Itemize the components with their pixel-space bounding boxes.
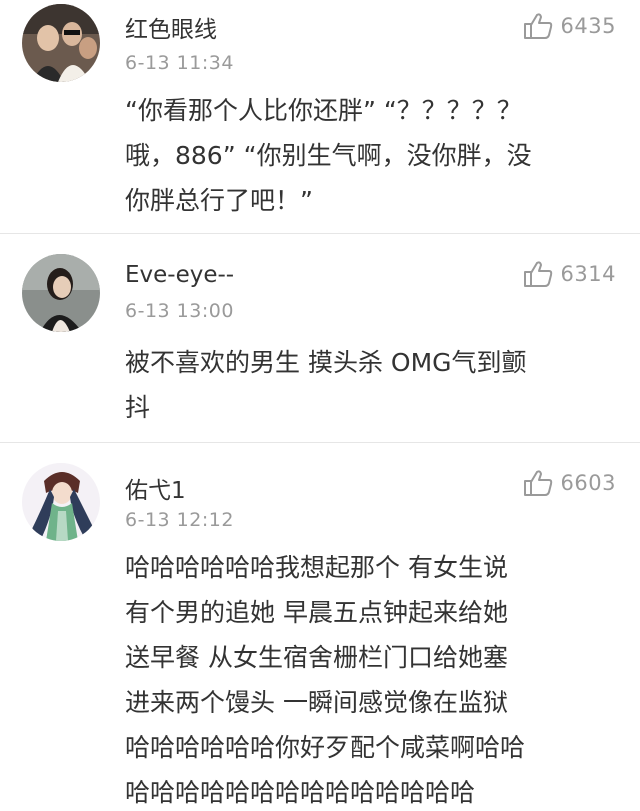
timestamp: 6-13 11:34 [125, 52, 234, 74]
thumbs-up-icon [523, 261, 552, 287]
thumbs-up-icon [523, 470, 552, 496]
comment-text: 哈哈哈哈哈哈我想起那个 有女生说 有个男的追她 早晨五点钟起来给她 送早餐 从女… [125, 545, 610, 811]
comment-text-line: 哈哈哈哈哈哈我想起那个 有女生说 [125, 553, 508, 582]
comment-text: “你看那个人比你还胖” “？？？？？ 哦，886” “你别生气啊，没你胖，没 你… [125, 88, 610, 223]
avatar[interactable] [22, 254, 100, 332]
comment-text-line: 被不喜欢的男生 摸头杀 OMG气到颤 [125, 348, 527, 377]
avatar[interactable] [22, 463, 100, 541]
comment-item: 红色眼线 6-13 11:34 6435 “你看那个人比你还胖” “？？？？？ … [0, 0, 640, 234]
timestamp: 6-13 12:12 [125, 509, 234, 531]
timestamp: 6-13 13:00 [125, 300, 234, 322]
comment-text-line: 有个男的追她 早晨五点钟起来给她 [125, 598, 508, 627]
comment-text-line: 哈哈哈哈哈哈哈哈哈哈哈哈哈哈 [125, 778, 476, 807]
comment-text-line: 进来两个馒头 一瞬间感觉像在监狱 [125, 688, 508, 717]
comment-text: 被不喜欢的男生 摸头杀 OMG气到颤 抖 [125, 340, 610, 430]
username[interactable]: 红色眼线 [125, 10, 217, 44]
avatar[interactable] [22, 4, 100, 82]
like-button[interactable]: 6314 [523, 260, 616, 288]
comment-text-line: 送早餐 从女生宿舍栅栏门口给她塞 [125, 643, 508, 672]
username[interactable]: 佑弋1 [125, 471, 186, 505]
like-count: 6314 [560, 262, 616, 286]
like-button[interactable]: 6435 [523, 12, 616, 40]
comment-text-line: 抖 [125, 393, 151, 422]
comment-item: Eve-eye-- 6-13 13:00 6314 被不喜欢的男生 摸头杀 OM… [0, 234, 640, 443]
comment-text-line: “你看那个人比你还胖” “？？？？？ [125, 96, 522, 125]
thumbs-up-icon [523, 13, 552, 39]
like-button[interactable]: 6603 [523, 469, 616, 497]
username[interactable]: Eve-eye-- [125, 262, 234, 288]
comment-item: 佑弋1 6-13 12:12 6603 哈哈哈哈哈哈我想起那个 有女生说 有个男… [0, 443, 640, 811]
comment-text-line: 哈哈哈哈哈哈你好歹配个咸菜啊哈哈 [125, 733, 526, 762]
comment-text-line: 你胖总行了吧！” [125, 186, 313, 215]
like-count: 6435 [560, 14, 616, 38]
comment-text-line: 哦，886” “你别生气啊，没你胖，没 [125, 141, 532, 170]
like-count: 6603 [560, 471, 616, 495]
